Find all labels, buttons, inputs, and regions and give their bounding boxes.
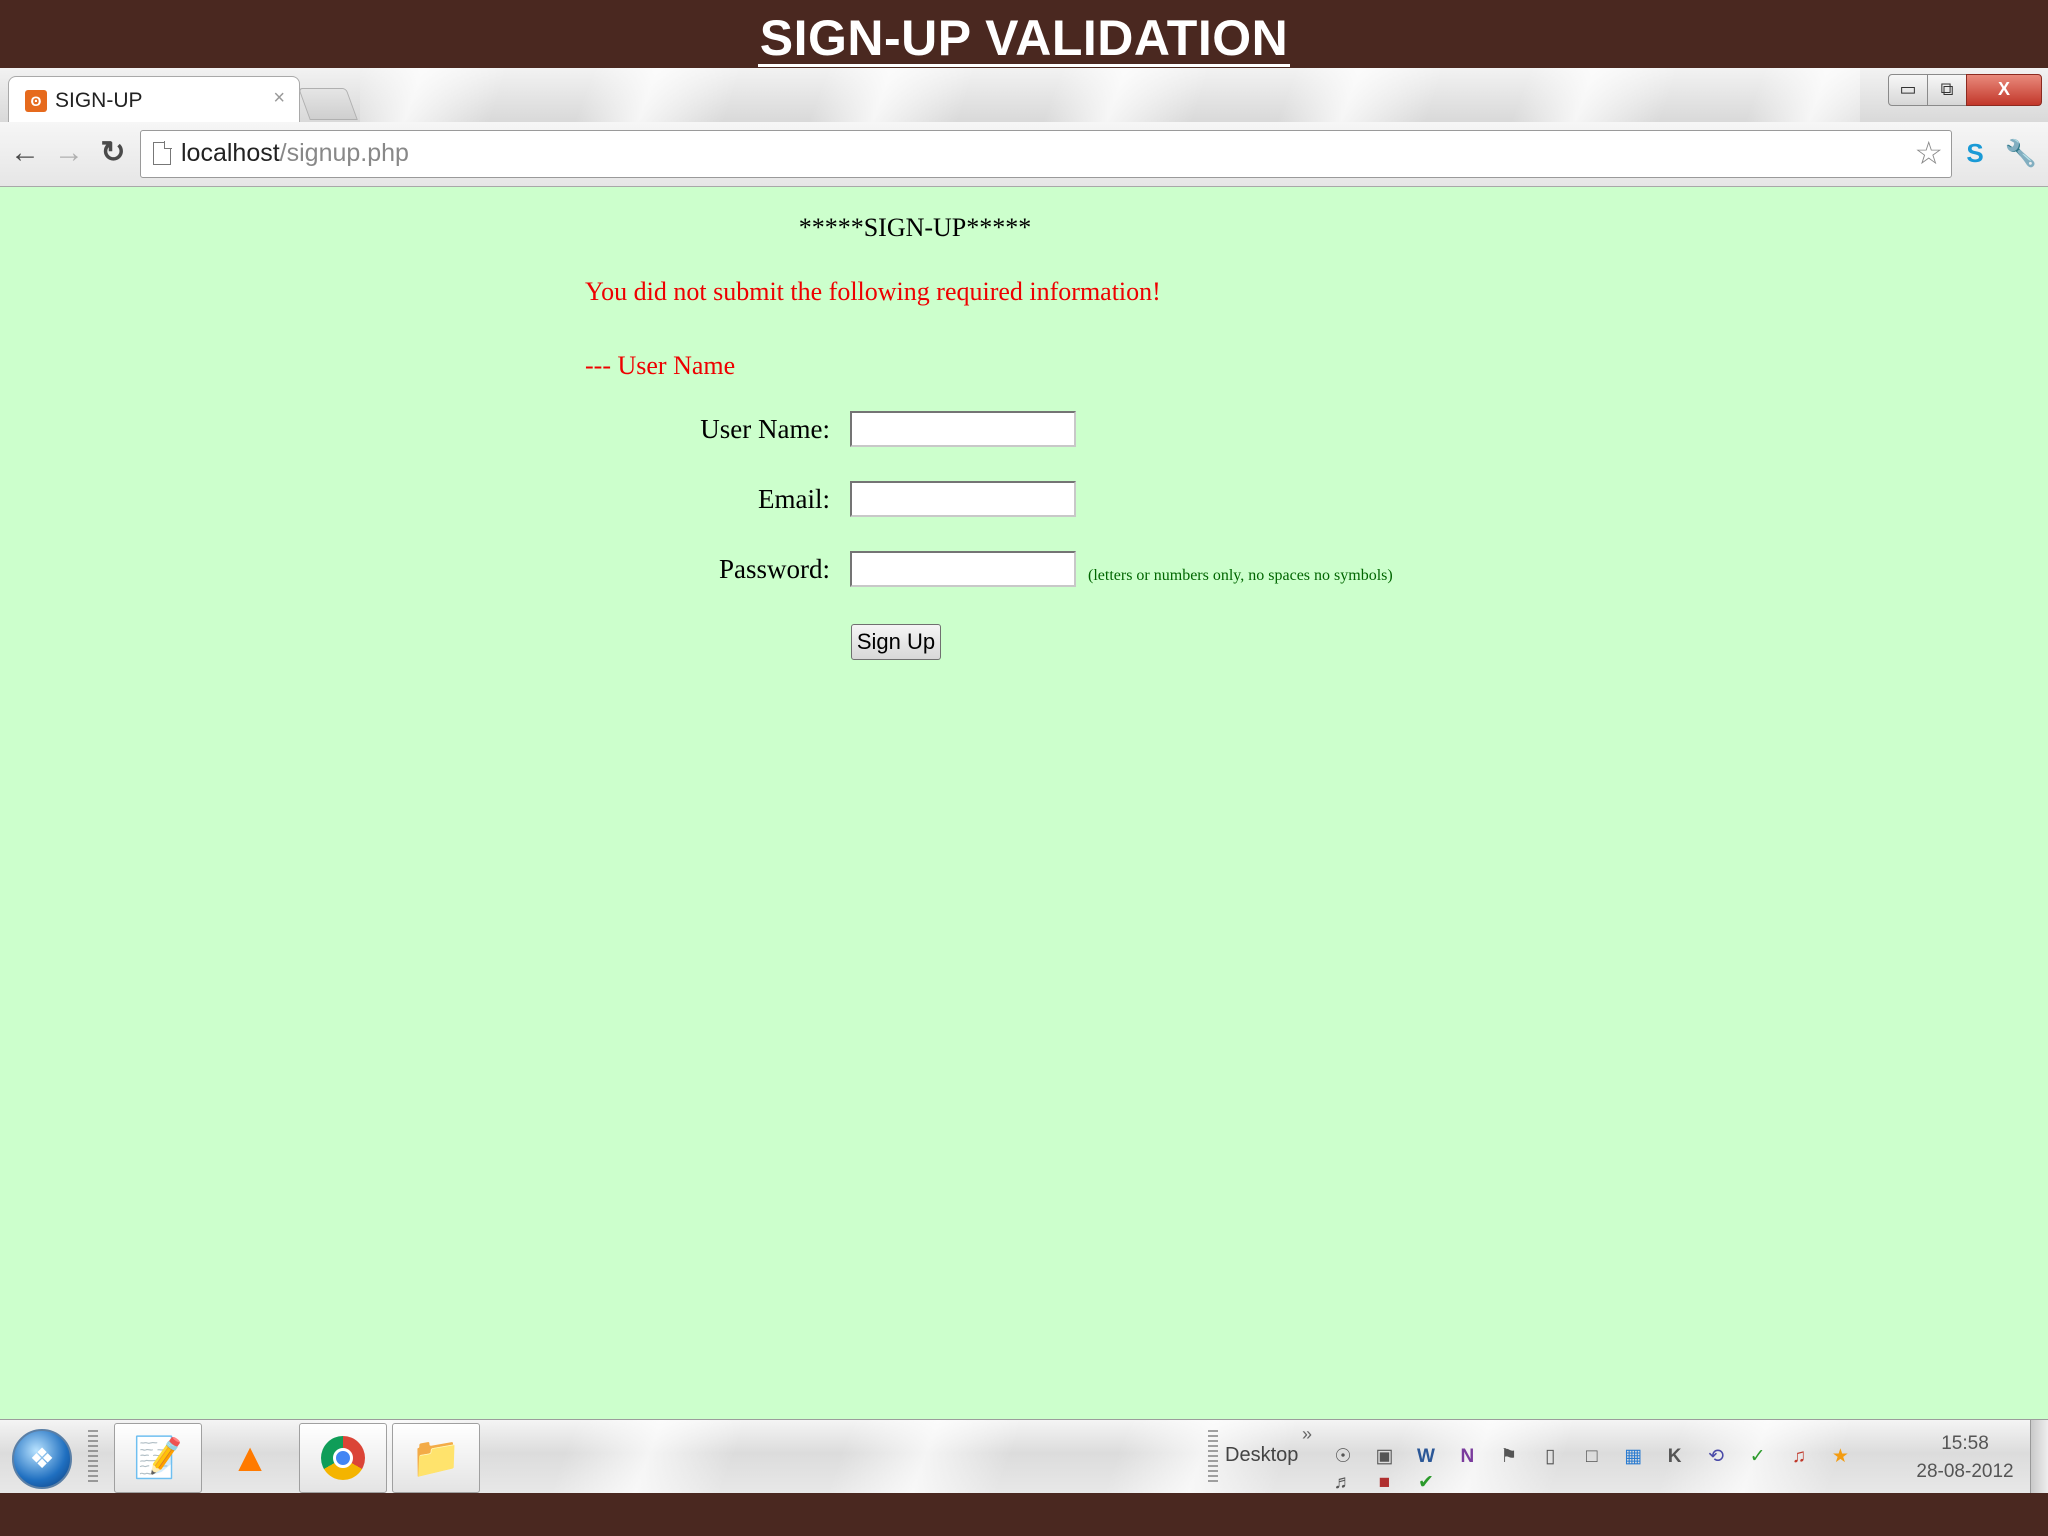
network-tray-icon[interactable]: ☉ — [1330, 1444, 1356, 1470]
back-icon[interactable]: ← — [8, 136, 42, 170]
slide-bottom-band — [0, 1493, 2048, 1536]
taskbar-clock[interactable]: 15:58 28-08-2012 — [1910, 1430, 2020, 1486]
bluetooth-tray-icon[interactable]: ▦ — [1620, 1444, 1646, 1470]
toolbar-grip[interactable] — [1208, 1430, 1218, 1484]
url-host: localhost — [181, 139, 280, 167]
windows-taskbar: ❖ 📝 ▲ 📁 Desktop » ☉ ▣ W N ⚑ ▯ □ ▦ K ⟲ ✓ … — [0, 1419, 2048, 1494]
skype-icon[interactable]: S — [1958, 136, 1992, 170]
url-path: /signup.php — [279, 139, 409, 167]
system-tray: ☉ ▣ W N ⚑ ▯ □ ▦ K ⟲ ✓ ♫ ★ ♬ ■ ✔ — [1330, 1444, 1890, 1493]
address-bar[interactable]: localhost/signup.php ☆ — [140, 130, 1952, 178]
username-label: User Name: — [700, 414, 830, 444]
chrome-icon[interactable] — [299, 1423, 387, 1493]
reload-icon[interactable]: ↻ — [96, 136, 130, 170]
sync-tray-icon[interactable]: ⟲ — [1703, 1444, 1729, 1470]
page-content: *****SIGN-UP***** You did not submit the… — [0, 187, 2048, 1419]
chrome-logo-icon — [321, 1436, 365, 1480]
tabstrip-background — [360, 68, 1860, 122]
desktop-chevron-icon[interactable]: » — [1302, 1424, 1312, 1445]
close-window-button[interactable]: X — [1966, 74, 2042, 106]
new-tab-button[interactable] — [298, 88, 358, 120]
page-heading: *****SIGN-UP***** — [798, 213, 1032, 242]
wrench-icon[interactable]: 🔧 — [2004, 136, 2038, 170]
action-center-flag-icon[interactable]: ⚑ — [1496, 1444, 1522, 1470]
clock-date: 28-08-2012 — [1916, 1461, 2014, 1482]
start-button[interactable]: ❖ — [12, 1429, 72, 1489]
forward-icon[interactable]: → — [52, 136, 86, 170]
error-message: You did not submit the following require… — [585, 277, 1161, 306]
vlc-icon[interactable]: ▲ — [206, 1423, 294, 1493]
password-label: Password: — [718, 554, 830, 584]
speaker-tray-icon[interactable]: ♫ — [1786, 1444, 1812, 1470]
browser-tab[interactable]: ʘ SIGN-UP × — [8, 76, 300, 123]
url-text[interactable]: localhost/signup.php — [181, 139, 409, 168]
desktop-toolbar-label[interactable]: Desktop — [1225, 1444, 1298, 1467]
usb-tray-icon[interactable]: ▯ — [1537, 1444, 1563, 1470]
tab-title: SIGN-UP — [55, 89, 143, 112]
email-input[interactable] — [850, 481, 1076, 517]
monitor-tray-icon[interactable]: ▣ — [1371, 1444, 1397, 1470]
taskbar-grip[interactable] — [88, 1430, 98, 1484]
browser-tabstrip: ʘ SIGN-UP × ▭ ⧉ X — [0, 68, 2048, 123]
slide-title: SIGN-UP VALIDATION — [757, 10, 1291, 67]
star-tray-icon[interactable]: ★ — [1827, 1444, 1853, 1470]
tab-close-icon[interactable]: × — [273, 87, 285, 110]
sign-up-button[interactable]: Sign Up — [851, 624, 941, 660]
page-icon — [153, 141, 172, 165]
windows-logo-icon: ❖ — [29, 1443, 55, 1474]
word-tray-icon[interactable]: W — [1413, 1444, 1439, 1470]
show-desktop-button[interactable] — [2030, 1420, 2048, 1494]
display-tray-icon[interactable]: □ — [1579, 1444, 1605, 1470]
k7-antivirus-icon[interactable]: K — [1662, 1444, 1688, 1470]
xampp-favicon-icon: ʘ — [25, 90, 47, 112]
username-input[interactable] — [850, 411, 1076, 447]
missing-field-item: --- User Name — [585, 351, 736, 380]
clock-time: 15:58 — [1941, 1433, 1989, 1454]
onenote-tray-icon[interactable]: N — [1454, 1444, 1480, 1470]
notepad-icon[interactable]: 📝 — [114, 1423, 202, 1493]
password-hint: (letters or numbers only, no spaces no s… — [1088, 567, 1393, 584]
check-tray-icon[interactable]: ✓ — [1745, 1444, 1771, 1470]
password-input[interactable] — [850, 551, 1076, 587]
explorer-icon[interactable]: 📁 — [392, 1423, 480, 1493]
slide-title-band: SIGN-UP VALIDATION — [0, 0, 2048, 68]
minimize-button[interactable]: ▭ — [1888, 74, 1928, 106]
browser-toolbar: ← → ↻ localhost/signup.php ☆ S 🔧 — [0, 122, 2048, 187]
restore-button[interactable]: ⧉ — [1927, 74, 1967, 106]
email-label: Email: — [758, 484, 830, 514]
bookmark-star-icon[interactable]: ☆ — [1914, 136, 1943, 170]
